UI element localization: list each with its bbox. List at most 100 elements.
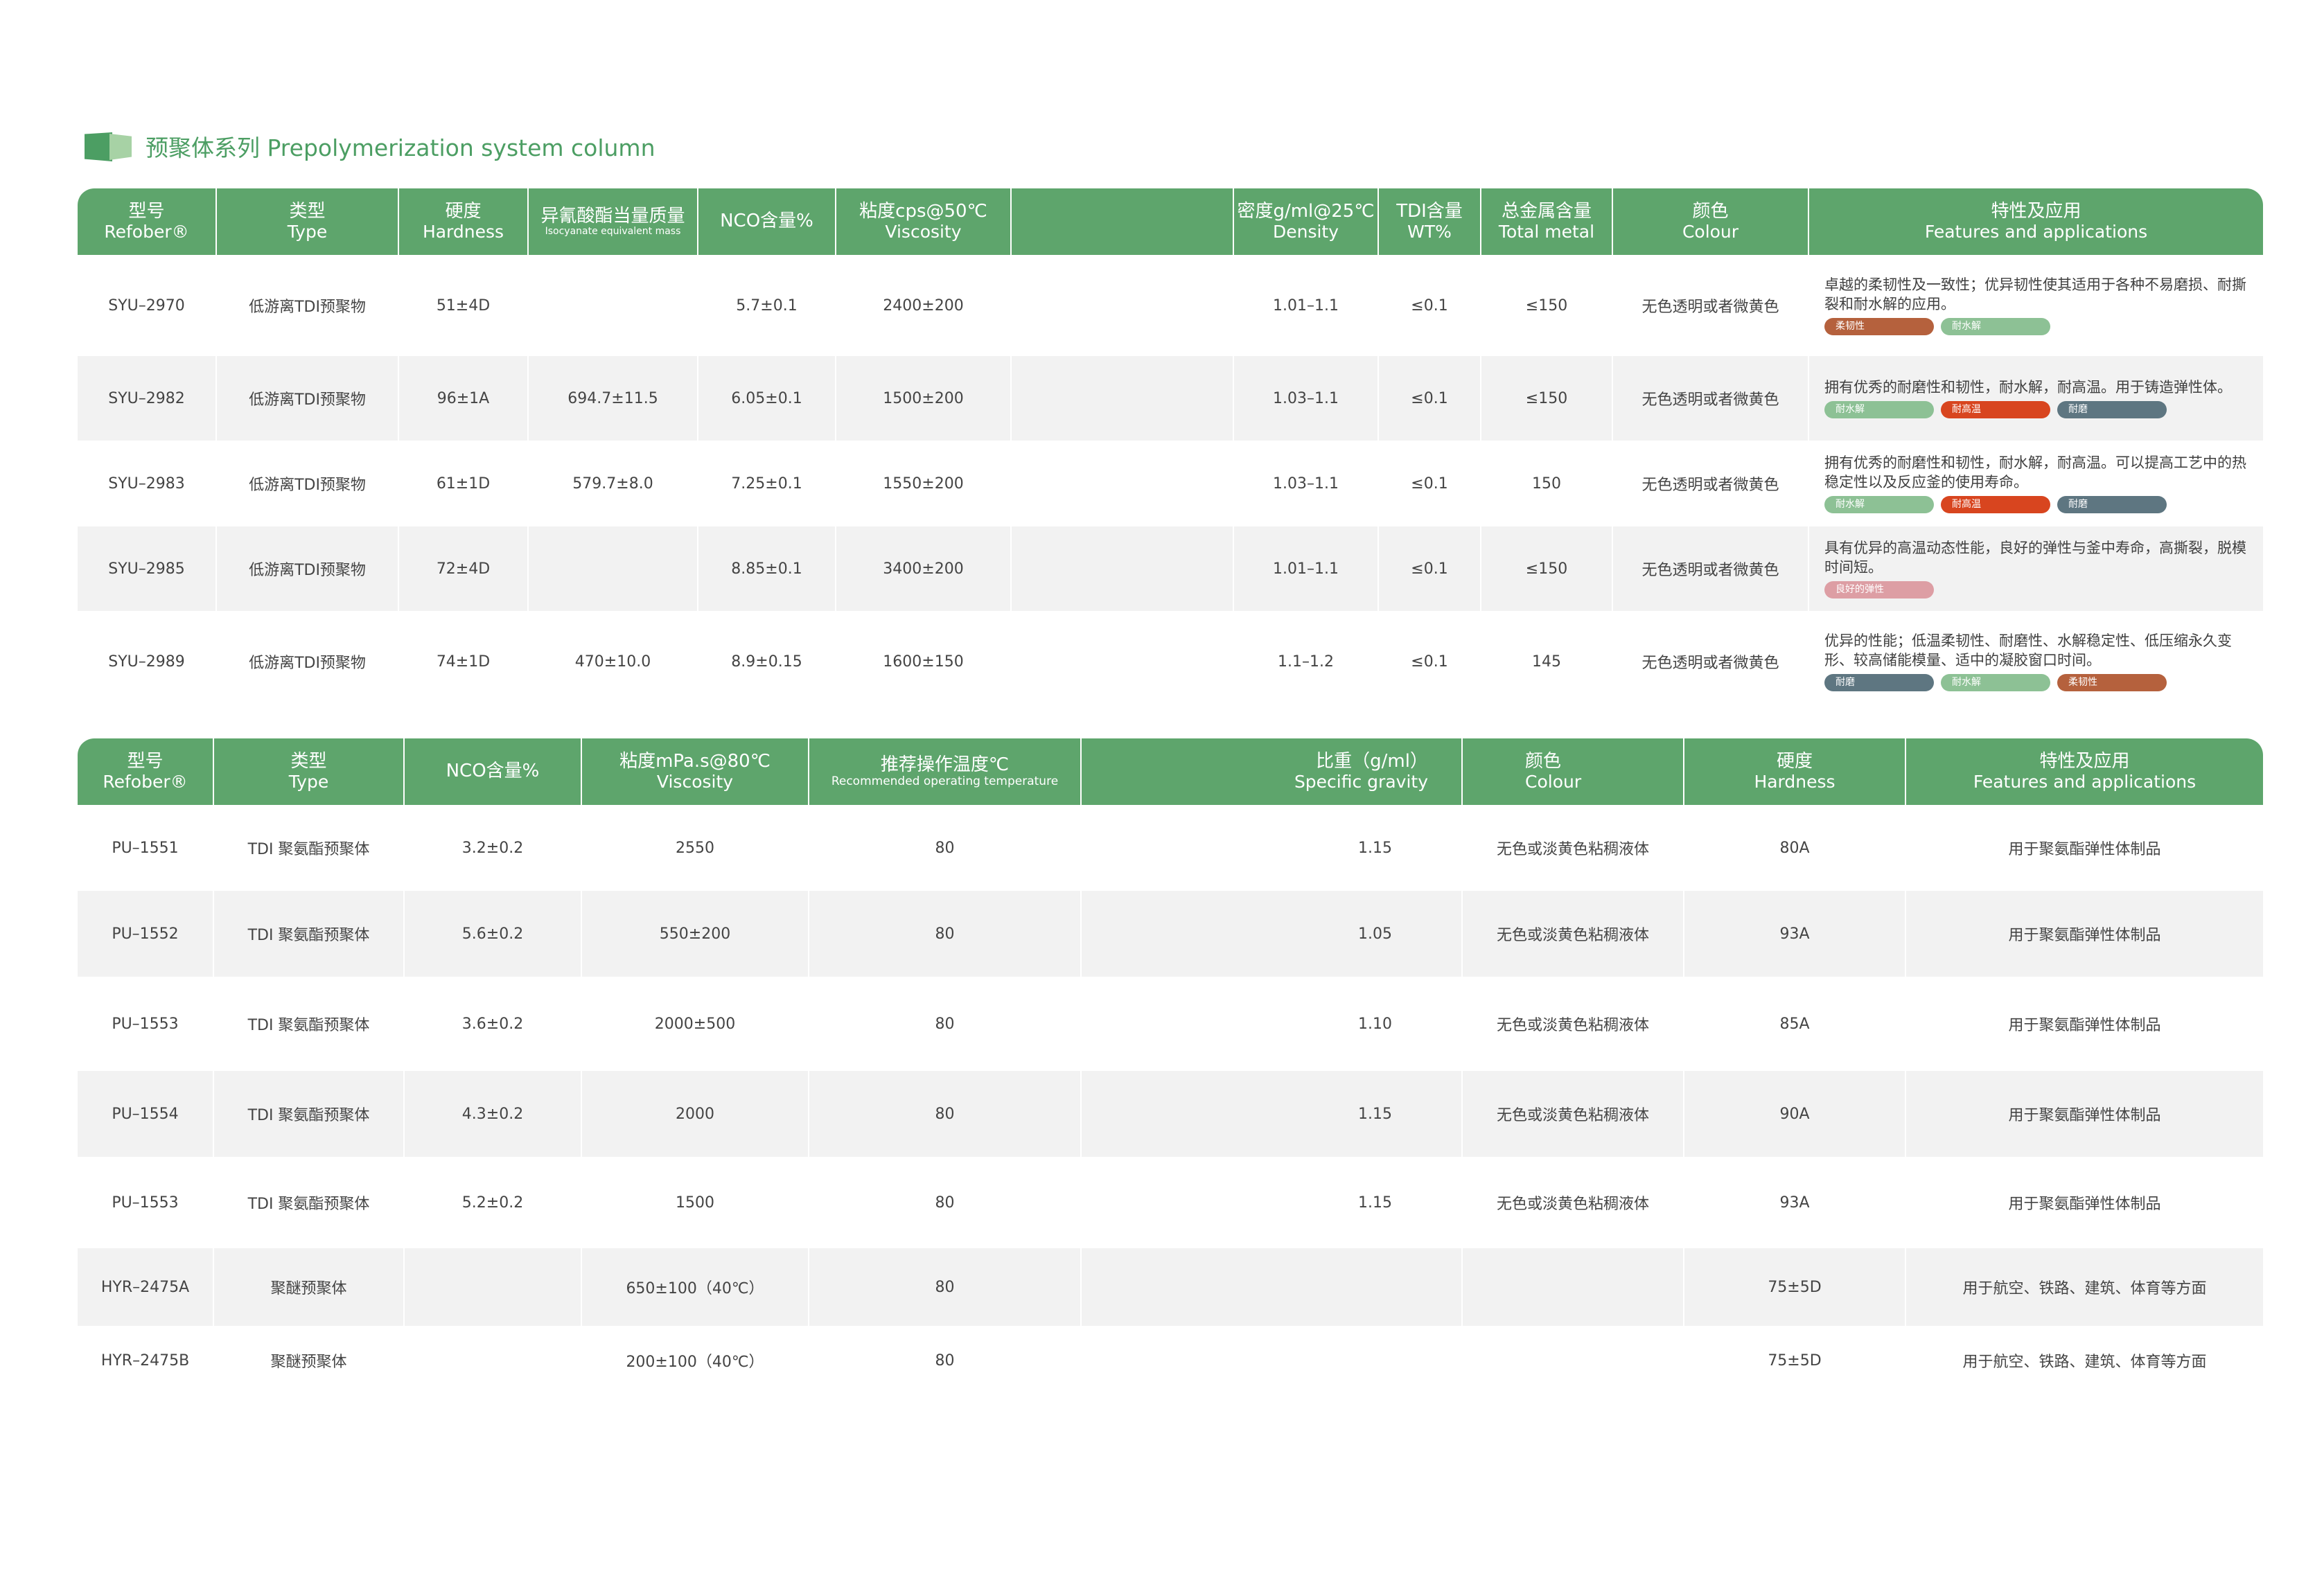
- cell-hardness: 51±4D: [398, 255, 528, 356]
- feature-tag: 耐高温: [1941, 401, 2050, 419]
- cell-type: TDI 聚氨酯预聚体: [213, 805, 404, 891]
- book-icon: [85, 130, 133, 163]
- feature-tags: 良好的弹性: [1824, 580, 2257, 599]
- cell-viscosity: 2000±500: [581, 977, 809, 1071]
- cell-type: TDI 聚氨酯预聚体: [213, 891, 404, 977]
- cell-viscosity: 1500±200: [835, 356, 1011, 441]
- feature-text: 拥有优秀的耐磨性和韧性，耐水解，耐高温。可以提高工艺中的热稳定性以及反应釜的使用…: [1824, 454, 2246, 490]
- feature-tag: 耐水解: [1824, 401, 1934, 419]
- cell-temperature: 80: [808, 1157, 1081, 1248]
- cell-viscosity: 3400±200: [835, 526, 1011, 611]
- feature-tag: 耐水解: [1824, 495, 1934, 513]
- cell-viscosity: 1600±150: [835, 611, 1011, 712]
- cell-model: SYU–2983: [108, 475, 185, 493]
- cell-nco: 5.7±0.1: [697, 255, 836, 356]
- cell-viscosity: 2000: [581, 1071, 809, 1157]
- cell-model: PU–1554: [78, 1071, 213, 1157]
- feature-tags: 耐水解 耐高温 耐磨: [1824, 495, 2257, 513]
- cell-density: 1.01–1.1: [1233, 255, 1378, 356]
- col-header-isocyanate-mass: 异氰酸酯当量质量 Isocyanate equivalent mass: [527, 188, 698, 255]
- table-row: SYU–2989 低游离TDI预聚物 74±1D 470±10.0 8.9±0.…: [78, 611, 2263, 712]
- col-header-density: 密度g/ml@25℃ Density: [1233, 188, 1378, 255]
- col-header-type: 类型 Type: [215, 188, 398, 255]
- cell-gravity: 1.15: [1080, 1157, 1462, 1248]
- cell-density: 1.01–1.1: [1233, 526, 1378, 611]
- cell-viscosity: 1550±200: [835, 441, 1011, 526]
- cell-hardness: 90A: [1683, 1071, 1905, 1157]
- cell-colour: 无色透明或者微黄色: [1612, 611, 1808, 712]
- cell-isocyanate-mass: 694.7±11.5: [527, 356, 698, 441]
- cell-hardness: 72±4D: [398, 526, 528, 611]
- col-header-temperature: 推荐操作温度℃ Recommended operating temperature: [808, 738, 1081, 805]
- cell-model: SYU–2982: [78, 356, 216, 441]
- cell-empty: [1010, 526, 1233, 611]
- cell-nco: 7.25±0.1: [697, 441, 836, 526]
- cell-temperature: 80: [808, 891, 1081, 977]
- cell-model: SYU–2985: [78, 526, 216, 611]
- cell-model: SYU–2970: [108, 296, 185, 314]
- cell-model: HYR–2475B: [100, 1351, 190, 1369]
- cell-viscosity: 1500: [581, 1157, 809, 1248]
- cell-metal: ≤150: [1480, 356, 1612, 441]
- cell-features: 优异的性能；低温柔韧性、耐磨性、水解稳定性、低压缩永久变形、较高储能模量、适中的…: [1808, 611, 2263, 712]
- cell-viscosity: 2400±200: [835, 255, 1011, 356]
- table-row: PU–1552 TDI 聚氨酯预聚体 5.6±0.2 550±200 80 1.…: [78, 891, 2263, 977]
- feature-tags: 耐磨 耐水解 柔韧性: [1824, 673, 2257, 691]
- cell-nco: [403, 1326, 581, 1395]
- feature-tags: 耐水解 耐高温 耐磨: [1824, 401, 2257, 419]
- cell-gravity: [1080, 1326, 1462, 1395]
- cell-model: PU–1553: [112, 1194, 179, 1212]
- cell-hardness: 93A: [1683, 891, 1905, 977]
- cell-application: 用于聚氨酯弹性体制品: [1905, 891, 2263, 977]
- cell-hardness: 85A: [1683, 977, 1905, 1071]
- cell-nco: 6.05±0.1: [697, 356, 836, 441]
- col-header-hardness: 硬度 Hardness: [398, 188, 528, 255]
- col-header-nco: NCO含量%: [697, 188, 836, 255]
- cell-density: 1.03–1.1: [1233, 441, 1378, 526]
- feature-text: 卓越的柔韧性及一致性；优异韧性使其适用于各种不易磨损、耐撕裂和耐水解的应用。: [1824, 276, 2246, 312]
- cell-viscosity: 200±100（40℃）: [581, 1326, 809, 1395]
- cell-model: PU–1551: [112, 839, 179, 857]
- cell-temperature: 80: [808, 1326, 1081, 1395]
- cell-type: 低游离TDI预聚物: [215, 356, 398, 441]
- cell-colour: 无色或淡黄色粘稠液体: [1461, 805, 1684, 891]
- feature-tag: 耐磨: [2057, 401, 2167, 419]
- feature-tag: 柔韧性: [1824, 317, 1934, 335]
- table-row: PU–1553 TDI 聚氨酯预聚体 5.2±0.2 1500 80 1.15 …: [78, 1157, 2263, 1248]
- cell-type: 低游离TDI预聚物: [215, 255, 398, 356]
- cell-hardness: 96±1A: [398, 356, 528, 441]
- cell-viscosity: 2550: [581, 805, 809, 891]
- cell-type: TDI 聚氨酯预聚体: [213, 977, 404, 1071]
- cell-type: TDI 聚氨酯预聚体: [213, 1157, 404, 1248]
- cell-tdi: ≤0.1: [1377, 611, 1481, 712]
- cell-temperature: 80: [808, 1248, 1081, 1326]
- cell-type: 低游离TDI预聚物: [215, 441, 398, 526]
- cell-model: SYU–2989: [108, 653, 185, 671]
- cell-viscosity: 650±100（40℃）: [581, 1248, 809, 1326]
- feature-tags: 柔韧性 耐水解: [1824, 317, 2257, 335]
- table-row: HYR–2475A 聚醚预聚体 650±100（40℃） 80 75±5D 用于…: [78, 1248, 2263, 1326]
- section-title-text: 预聚体系列 Prepolymerization system column: [146, 134, 655, 161]
- col-header-type: 类型 Type: [213, 738, 404, 805]
- feature-tag: 耐磨: [1824, 673, 1934, 691]
- cell-application: 用于聚氨酯弹性体制品: [1905, 1157, 2263, 1248]
- cell-nco: 5.6±0.2: [403, 891, 581, 977]
- cell-application: 用于聚氨酯弹性体制品: [1905, 977, 2263, 1071]
- cell-gravity: 1.10: [1080, 977, 1462, 1071]
- cell-gravity: 1.15: [1080, 1071, 1462, 1157]
- cell-metal: ≤150: [1480, 255, 1612, 356]
- table-row: PU–1553 TDI 聚氨酯预聚体 3.6±0.2 2000±500 80 1…: [78, 977, 2263, 1071]
- cell-type: 聚醚预聚体: [213, 1248, 404, 1326]
- cell-hardness: 75±5D: [1683, 1326, 1905, 1395]
- col-header-features: 特性及应用 Features and applications: [1808, 188, 2263, 255]
- cell-application: 用于聚氨酯弹性体制品: [1905, 1071, 2263, 1157]
- feature-tag: 柔韧性: [2057, 673, 2167, 691]
- cell-empty: [1010, 255, 1233, 356]
- cell-type: TDI 聚氨酯预聚体: [213, 1071, 404, 1157]
- cell-hardness: 61±1D: [398, 441, 528, 526]
- cell-temperature: 80: [808, 805, 1081, 891]
- cell-colour: 无色透明或者微黄色: [1612, 255, 1808, 356]
- cell-features: 拥有优秀的耐磨性和韧性，耐水解，耐高温。用于铸造弹性体。 耐水解 耐高温 耐磨: [1808, 356, 2263, 441]
- cell-model: PU–1553: [112, 1015, 179, 1033]
- cell-nco: 8.9±0.15: [697, 611, 836, 712]
